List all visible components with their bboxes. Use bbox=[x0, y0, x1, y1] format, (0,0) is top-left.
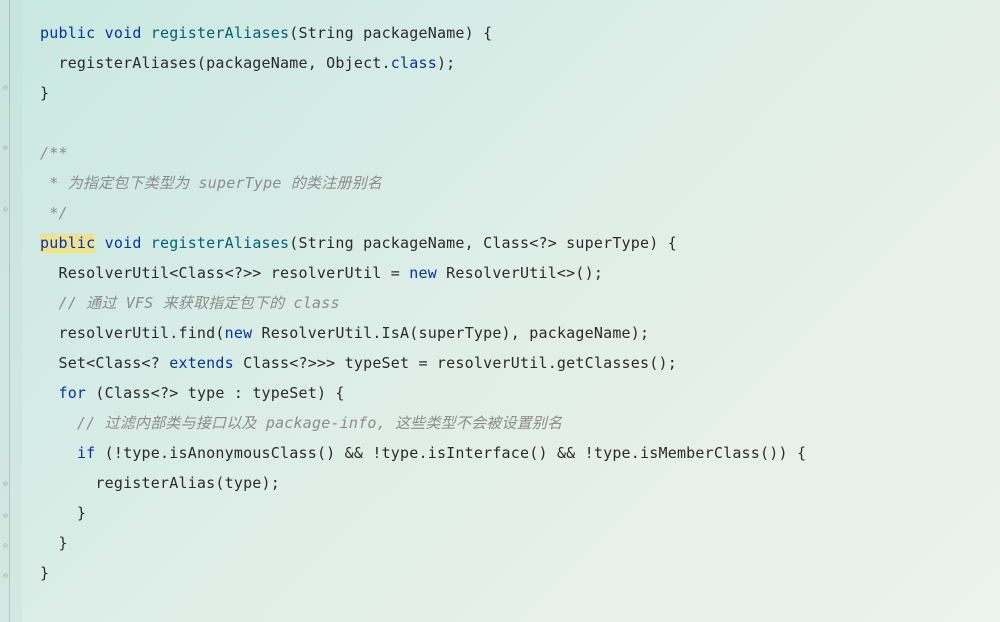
method-name: registerAliases bbox=[151, 234, 289, 252]
keyword: new bbox=[225, 324, 253, 342]
code-line: */ bbox=[40, 198, 1000, 228]
javadoc-comment: * 为指定包下类型为 superType 的类注册别名 bbox=[40, 174, 382, 192]
code-text: (Class<?> type : typeSet) { bbox=[86, 384, 344, 402]
comment: // 通过 VFS 来获取指定包下的 class bbox=[40, 294, 340, 312]
keyword: public bbox=[40, 24, 95, 42]
keyword-highlighted: public bbox=[40, 233, 95, 253]
code-line: } bbox=[40, 78, 1000, 108]
code-line: resolverUtil.find(new ResolverUtil.IsA(s… bbox=[40, 318, 1000, 348]
code-line: } bbox=[40, 528, 1000, 558]
code-text bbox=[40, 444, 77, 462]
code-line: } bbox=[40, 498, 1000, 528]
code-text: ResolverUtil<>(); bbox=[437, 264, 603, 282]
code-text: } bbox=[40, 504, 86, 522]
code-line: // 过滤内部类与接口以及 package-info, 这些类型不会被设置别名 bbox=[40, 408, 1000, 438]
code-text: resolverUtil.find( bbox=[40, 324, 225, 342]
code-editor[interactable]: public void registerAliases(String packa… bbox=[0, 0, 1000, 606]
code-line: /** bbox=[40, 138, 1000, 168]
keyword: void bbox=[95, 234, 150, 252]
code-text: registerAliases(packageName, Object. bbox=[40, 54, 391, 72]
code-text: (String packageName, Class<?> superType)… bbox=[289, 234, 677, 252]
code-text: ); bbox=[437, 54, 455, 72]
code-text: Class<?>>> typeSet = resolverUtil.getCla… bbox=[234, 354, 677, 372]
keyword: for bbox=[58, 384, 86, 402]
code-text: ResolverUtil.IsA(superType), packageName… bbox=[252, 324, 649, 342]
code-line: for (Class<?> type : typeSet) { bbox=[40, 378, 1000, 408]
code-text: } bbox=[40, 564, 49, 582]
code-line: registerAlias(type); bbox=[40, 468, 1000, 498]
code-text bbox=[40, 384, 58, 402]
code-line: public void registerAliases(String packa… bbox=[40, 18, 1000, 48]
code-text: Set<Class<? bbox=[40, 354, 169, 372]
javadoc-comment: /** bbox=[40, 144, 68, 162]
code-line: public void registerAliases(String packa… bbox=[40, 228, 1000, 258]
code-line: } bbox=[40, 558, 1000, 588]
code-text: registerAlias(type); bbox=[40, 474, 280, 492]
code-text: ResolverUtil<Class<?>> resolverUtil = bbox=[40, 264, 409, 282]
keyword: extends bbox=[169, 354, 234, 372]
code-line: * 为指定包下类型为 superType 的类注册别名 bbox=[40, 168, 1000, 198]
method-name: registerAliases bbox=[151, 24, 289, 42]
code-line-blank bbox=[40, 108, 1000, 138]
keyword: new bbox=[409, 264, 437, 282]
keyword: void bbox=[105, 24, 142, 42]
code-line: ResolverUtil<Class<?>> resolverUtil = ne… bbox=[40, 258, 1000, 288]
code-line: if (!type.isAnonymousClass() && !type.is… bbox=[40, 438, 1000, 468]
code-line: // 通过 VFS 来获取指定包下的 class bbox=[40, 288, 1000, 318]
code-text: (!type.isAnonymousClass() && !type.isInt… bbox=[95, 444, 806, 462]
code-line: Set<Class<? extends Class<?>>> typeSet =… bbox=[40, 348, 1000, 378]
keyword: if bbox=[77, 444, 95, 462]
code-text: (String packageName) { bbox=[289, 24, 492, 42]
code-line: registerAliases(packageName, Object.clas… bbox=[40, 48, 1000, 78]
javadoc-comment: */ bbox=[40, 204, 68, 222]
code-text bbox=[95, 24, 104, 42]
keyword: class bbox=[391, 54, 437, 72]
code-text: } bbox=[40, 534, 68, 552]
code-text bbox=[142, 24, 151, 42]
comment: // 过滤内部类与接口以及 package-info, 这些类型不会被设置别名 bbox=[40, 414, 562, 432]
code-text: } bbox=[40, 84, 49, 102]
